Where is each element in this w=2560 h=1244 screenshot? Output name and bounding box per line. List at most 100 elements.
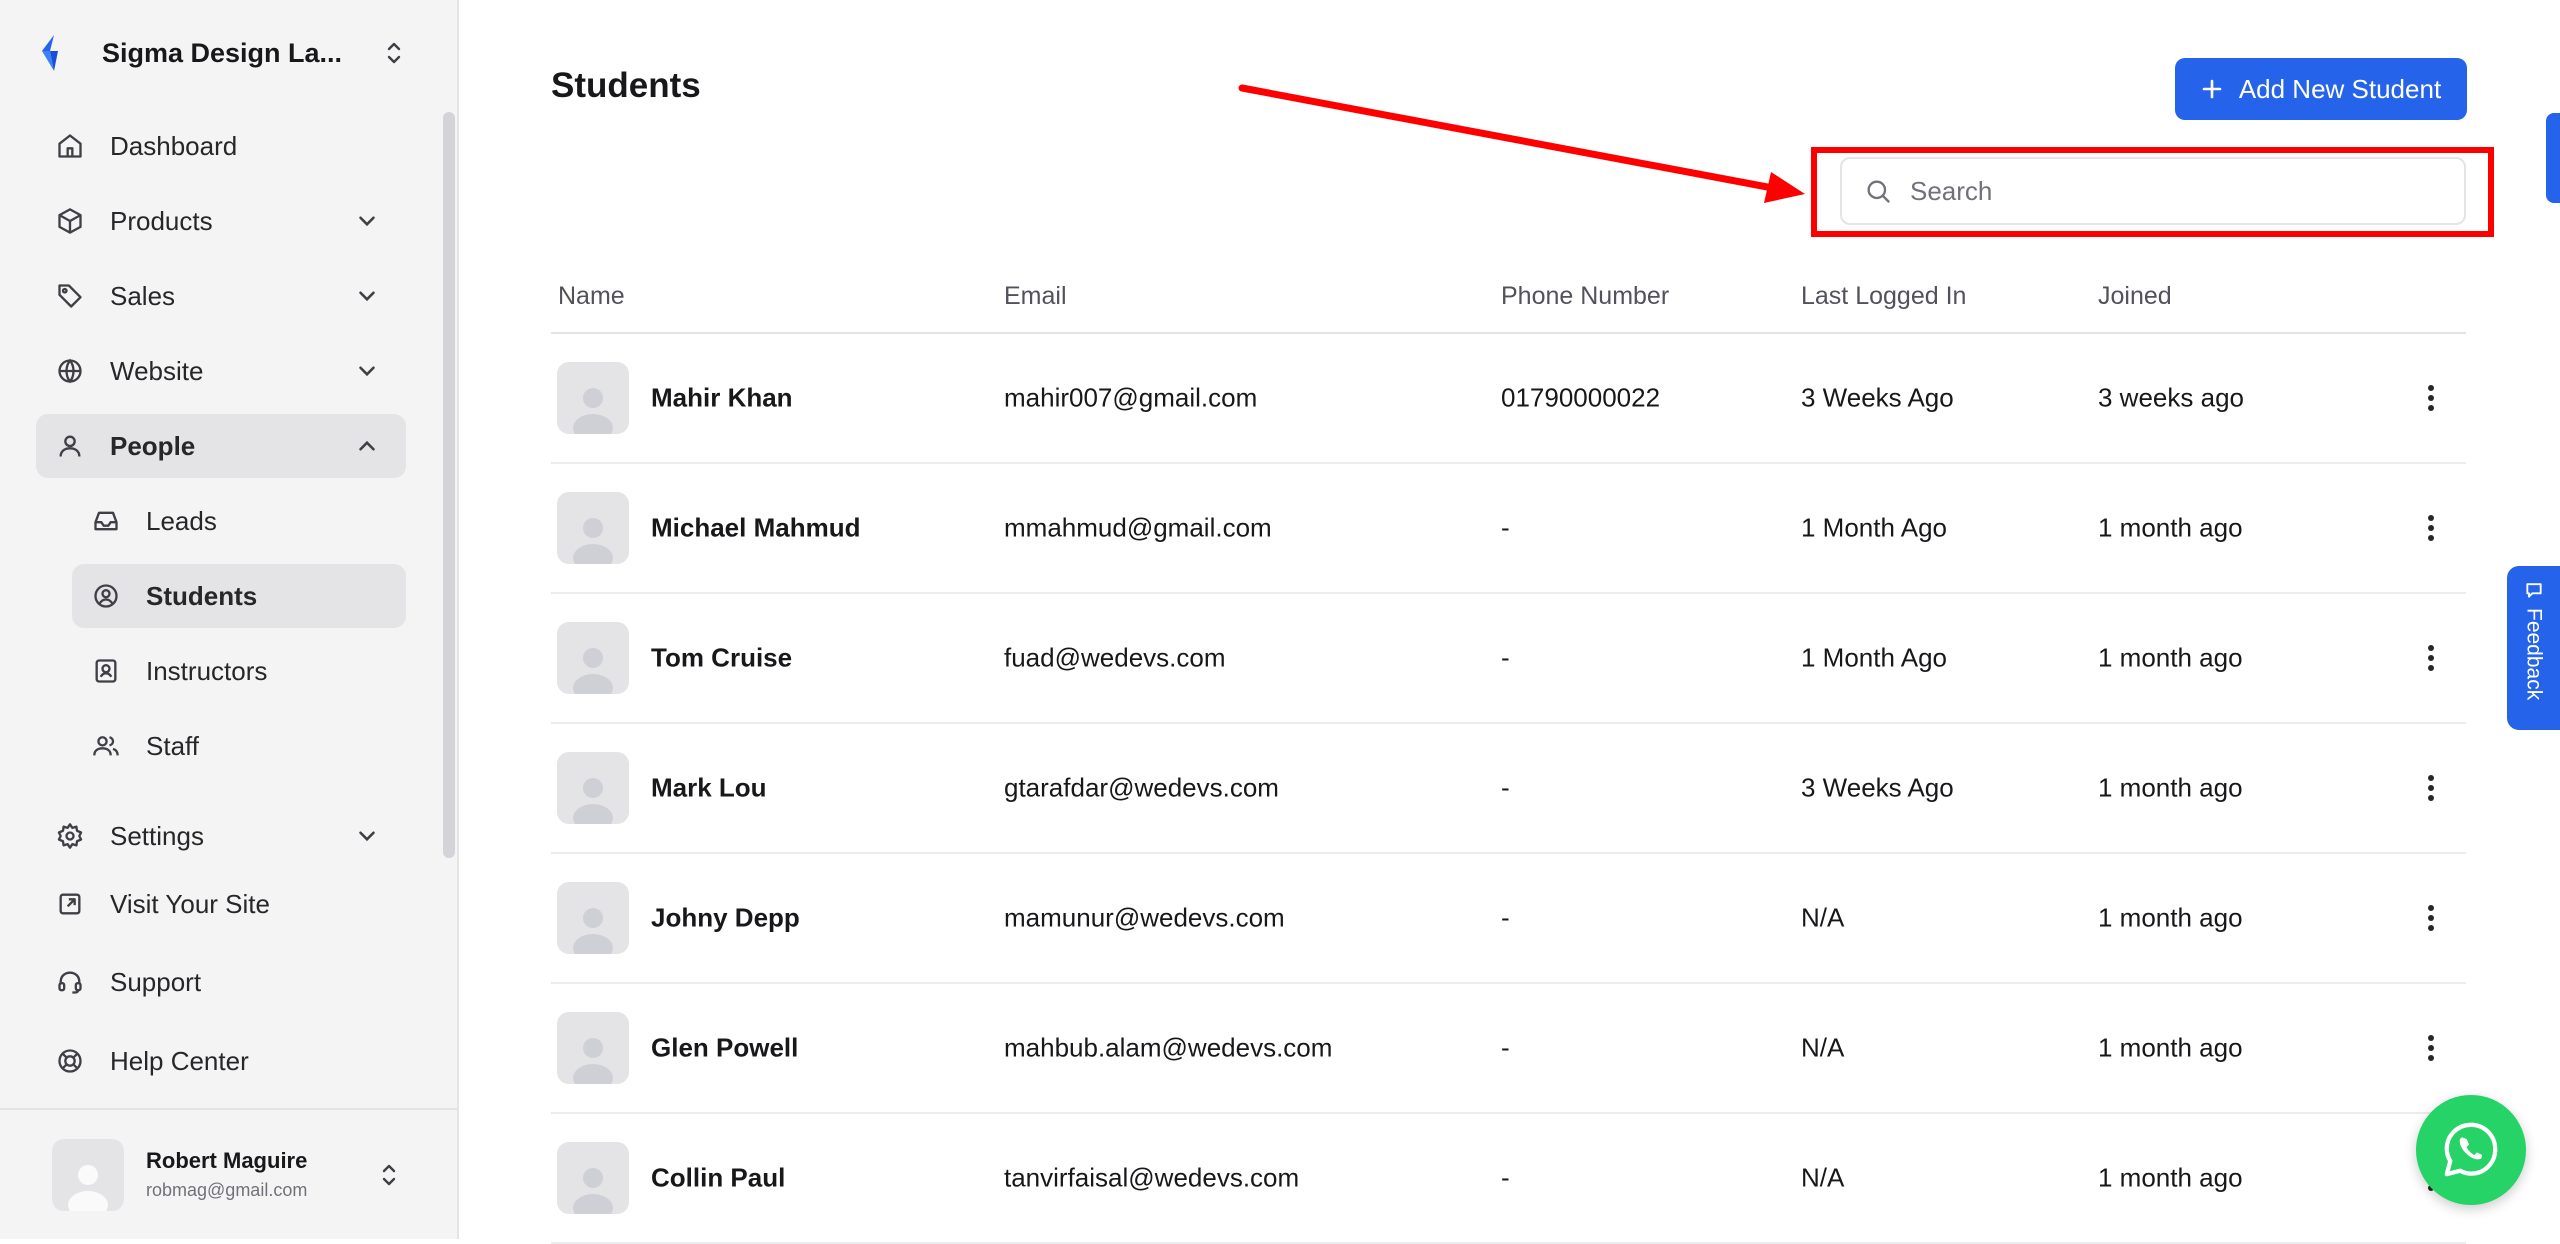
table-row[interactable]: Michael Mahmud mmahmud@gmail.com - 1 Month … (551, 464, 2466, 594)
sidebar-item-instructors[interactable]: Instructors (72, 639, 406, 703)
side-panel-handle[interactable] (2546, 113, 2560, 203)
user-menu[interactable]: Robert Maguire robmag@gmail.com (0, 1108, 457, 1239)
brand-logo-icon (42, 35, 58, 71)
cell-joined: 3 weeks ago (2098, 382, 2244, 413)
cell-joined: 1 month ago (2098, 1162, 2243, 1193)
cell-name[interactable]: Tom Cruise (651, 643, 792, 674)
user-name: Robert Maguire (146, 1148, 308, 1173)
column-header-email[interactable]: Email (1004, 282, 1067, 311)
user-circle-icon (94, 584, 118, 608)
avatar-placeholder-icon (573, 648, 613, 694)
cell-name[interactable]: Collin Paul (651, 1163, 785, 1194)
add-new-student-button[interactable]: Add New Student (2175, 58, 2467, 120)
whatsapp-chat-button[interactable] (2416, 1095, 2526, 1205)
table-row[interactable]: Tom Cruise fuad@wedevs.com - 1 Month Ago 1 m… (551, 594, 2466, 724)
avatar (557, 1012, 629, 1084)
avatar-placeholder-icon (573, 778, 613, 824)
avatar-placeholder-icon (573, 1168, 613, 1214)
cell-email[interactable]: mamunur@wedevs.com (1004, 903, 1285, 934)
box-icon (58, 208, 82, 234)
search-field[interactable] (1840, 157, 2466, 225)
chevron-down-icon (359, 366, 375, 377)
table-row[interactable]: Collin Paul tanvirfaisal@wedevs.com - N/A 1 … (551, 1114, 2466, 1244)
home-icon (58, 134, 82, 158)
cell-email[interactable]: mahbub.alam@wedevs.com (1004, 1033, 1332, 1064)
chevron-up-down-icon (382, 1164, 396, 1185)
column-header-last-logged-in[interactable]: Last Logged In (1801, 282, 1966, 311)
kebab-icon (2428, 645, 2434, 671)
tag-icon (58, 284, 82, 308)
sidebar-item-dashboard[interactable]: Dashboard (36, 114, 406, 178)
cell-phone: - (1501, 902, 1510, 933)
row-actions-button[interactable] (2417, 1028, 2445, 1068)
sidebar-item-support[interactable]: Support (36, 950, 406, 1014)
cell-name[interactable]: Michael Mahmud (651, 513, 860, 544)
headset-icon (58, 971, 82, 994)
cell-last-logged-in: 1 Month Ago (1801, 642, 1947, 673)
cell-email[interactable]: gtarafdar@wedevs.com (1004, 773, 1279, 804)
avatar (557, 622, 629, 694)
table-row[interactable]: Mahir Khan mahir007@gmail.com 01790000022 3… (551, 334, 2466, 464)
row-actions-button[interactable] (2417, 638, 2445, 678)
search-input[interactable] (1910, 175, 2464, 207)
sidebar: Sigma Design La... Dashboard Products Sa… (0, 0, 459, 1239)
chevron-down-icon (359, 216, 375, 227)
sidebar-item-visit-site[interactable]: Visit Your Site (36, 872, 406, 936)
avatar-placeholder-icon (573, 1038, 613, 1084)
plus-icon (2202, 79, 2222, 99)
avatar (557, 882, 629, 954)
sidebar-scrollbar[interactable] (443, 112, 455, 858)
id-card-icon (95, 659, 117, 683)
inbox-icon (94, 511, 118, 531)
cell-joined: 1 month ago (2098, 772, 2243, 803)
cell-name[interactable]: Mahir Khan (651, 383, 793, 414)
cell-name[interactable]: Glen Powell (651, 1033, 798, 1064)
workspace-switcher[interactable]: Sigma Design La... (36, 24, 406, 82)
workspace-name: Sigma Design La... (102, 37, 343, 68)
cell-email[interactable]: mmahmud@gmail.com (1004, 513, 1272, 544)
column-header-name[interactable]: Name (558, 282, 625, 311)
sidebar-item-staff[interactable]: Staff (72, 714, 406, 778)
cell-email[interactable]: fuad@wedevs.com (1004, 643, 1226, 674)
table-row[interactable]: Mark Lou gtarafdar@wedevs.com - 3 Weeks Ago… (551, 724, 2466, 854)
sidebar-item-label: Visit Your Site (110, 888, 270, 919)
cell-phone: - (1501, 512, 1510, 543)
row-actions-button[interactable] (2417, 508, 2445, 548)
add-button-label: Add New Student (2238, 73, 2442, 104)
sidebar-item-settings[interactable]: Settings (36, 804, 406, 868)
column-header-joined[interactable]: Joined (2098, 282, 2172, 311)
sidebar-item-label: Help Center (110, 1045, 249, 1076)
sidebar-item-students[interactable]: Students (72, 564, 406, 628)
row-actions-button[interactable] (2417, 378, 2445, 418)
cell-phone: 01790000022 (1501, 382, 1661, 413)
sidebar-item-help-center[interactable]: Help Center (36, 1029, 406, 1093)
column-header-phone[interactable]: Phone Number (1501, 282, 1669, 311)
cell-name[interactable]: Johny Depp (651, 903, 800, 934)
sidebar-item-label: Students (146, 580, 258, 611)
feedback-tab[interactable]: Feedback (2507, 566, 2560, 730)
table-row[interactable]: Glen Powell mahbub.alam@wedevs.com - N/A 1 m… (551, 984, 2466, 1114)
cell-email[interactable]: tanvirfaisal@wedevs.com (1004, 1163, 1299, 1194)
cell-email[interactable]: mahir007@gmail.com (1004, 383, 1257, 414)
table-row[interactable]: Johny Depp mamunur@wedevs.com - N/A 1 month … (551, 854, 2466, 984)
sidebar-item-people[interactable]: People (36, 414, 406, 478)
sidebar-item-label: Website (110, 355, 204, 386)
sidebar-item-products[interactable]: Products (36, 189, 406, 253)
page-title: Students (551, 66, 701, 105)
sidebar-item-website[interactable]: Website (36, 339, 406, 403)
cell-joined: 1 month ago (2098, 512, 2243, 543)
cell-last-logged-in: 3 Weeks Ago (1801, 772, 1954, 803)
cell-phone: - (1501, 642, 1510, 673)
kebab-icon (2428, 905, 2434, 931)
cell-name[interactable]: Mark Lou (651, 773, 767, 804)
cell-phone: - (1501, 1162, 1510, 1193)
avatar-placeholder-icon (573, 518, 613, 564)
cell-last-logged-in: N/A (1801, 902, 1845, 933)
sidebar-item-leads[interactable]: Leads (72, 489, 406, 553)
row-actions-button[interactable] (2417, 768, 2445, 808)
avatar (557, 1142, 629, 1214)
row-actions-button[interactable] (2417, 898, 2445, 938)
sidebar-item-sales[interactable]: Sales (36, 264, 406, 328)
chevron-down-icon (359, 291, 375, 302)
sidebar-item-label: Settings (110, 820, 204, 851)
